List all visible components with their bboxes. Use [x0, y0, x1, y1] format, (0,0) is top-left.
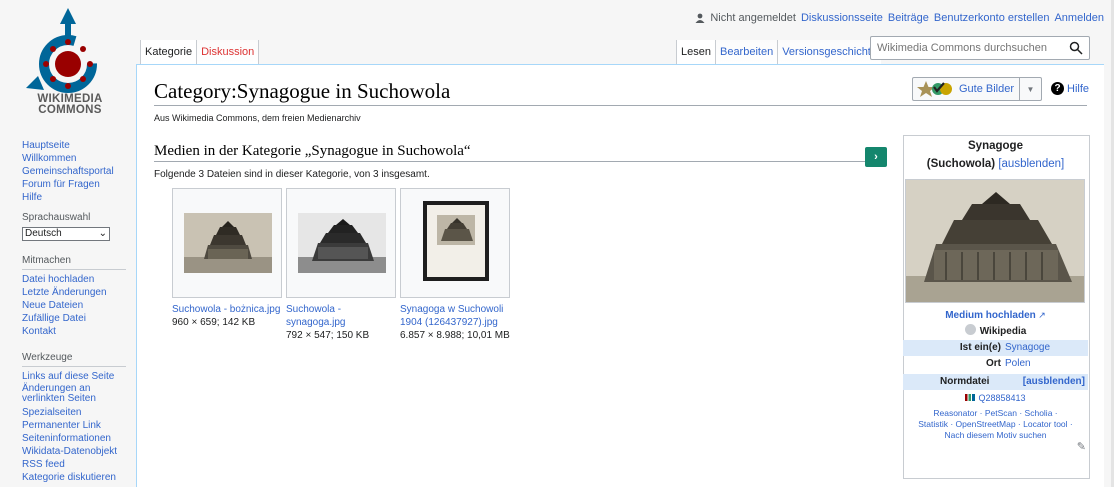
instance-of-value[interactable]: Synagoge — [1005, 340, 1085, 356]
synagogue-photo — [906, 180, 1084, 302]
sidebar: Hauptseite Willkommen Gemeinschaftsporta… — [22, 140, 126, 485]
gallery-thumb-3[interactable] — [400, 188, 510, 298]
sidebar-item-wikidata-item[interactable]: Wikidata-Datenobjekt — [22, 446, 126, 458]
wikipedia-globe-icon — [964, 324, 976, 335]
search-input[interactable] — [875, 38, 1065, 58]
sidebar-item-random-file[interactable]: Zufällige Datei — [22, 313, 126, 325]
gallery-thumb-1[interactable] — [172, 188, 282, 298]
content-area: Category:Synagogue in Suchowola Aus Wiki… — [136, 64, 1104, 487]
language-select[interactable]: Deutsch ⌄ — [22, 227, 110, 241]
title-divider — [154, 105, 1087, 106]
sidebar-item-contact[interactable]: Kontakt — [22, 326, 126, 338]
sidebar-item-main-page[interactable]: Hauptseite — [22, 140, 126, 152]
authority-hide-link[interactable]: [ausblenden] — [1023, 374, 1085, 390]
gallery-caption-2: Suchowola - synagoga.jpg 792 × 547; 150 K… — [286, 303, 406, 342]
chevron-down-icon[interactable]: ▼ — [1019, 78, 1041, 100]
wikidata-infobox: Synagoge (Suchowola) [ausblenden] Medium… — [903, 137, 1088, 453]
logo-wordmark: WIKIMEDIA COMMONS — [37, 93, 103, 116]
contributions-link[interactable]: Beiträge — [888, 12, 929, 24]
sidebar-item-welcome[interactable]: Willkommen — [22, 153, 126, 165]
wikipedia-link[interactable]: Wikipedia — [980, 326, 1027, 337]
gallery-file-meta-3: 6.857 × 8.988; 10,01 MB — [400, 330, 510, 341]
good-pictures-label: Gute Bilder — [959, 83, 1015, 95]
search-box — [870, 36, 1090, 60]
chevron-down-icon: ⌄ — [98, 228, 107, 239]
media-section-heading: Medien in der Kategorie „Synagogue in Su… — [154, 143, 471, 159]
help-link[interactable]: ? Hilfe — [1051, 82, 1089, 95]
infobox-qid-row: Q28858413 — [903, 390, 1088, 406]
good-pictures-button[interactable]: Gute Bilder ▼ — [912, 77, 1042, 101]
infobox-instance-row: Ist ein(e) Synagoge — [903, 340, 1088, 356]
instance-of-label: Ist ein(e) — [959, 342, 1001, 353]
gallery-file-meta-2: 792 × 547; 150 KB — [286, 330, 370, 341]
gallery-file-meta-1: 960 × 659; 142 KB — [172, 317, 256, 328]
wikidata-qid-link[interactable]: Q28858413 — [978, 393, 1025, 403]
infobox-wikipedia-row: Wikipedia — [903, 324, 1088, 340]
synagogue-photo-thumbnail — [184, 213, 272, 273]
authority-control-label: Normdatei — [940, 376, 990, 387]
media-count-text: Folgende 3 Dateien sind in dieser Katego… — [154, 169, 430, 180]
login-link[interactable]: Anmelden — [1054, 12, 1104, 24]
infobox-location-row: Ort Polen — [903, 356, 1088, 372]
sidebar-item-discuss-category[interactable]: Kategorie diskutieren — [22, 472, 126, 484]
location-value[interactable]: Polen — [1005, 356, 1085, 372]
infobox-hide-link[interactable]: [ausblenden] — [998, 158, 1064, 170]
sidebar-item-upload[interactable]: Datei hochladen — [22, 274, 126, 286]
help-label: Hilfe — [1067, 82, 1090, 95]
wikidata-barcode-icon — [965, 394, 976, 401]
infobox-image[interactable] — [905, 179, 1085, 303]
user-icon — [695, 13, 705, 23]
infobox-tool-links[interactable]: Reasonator · PetScan · Scholia · Statist… — [903, 406, 1088, 443]
tab-history[interactable]: Versionsgeschichte — [777, 40, 881, 64]
gallery-caption-1: Suchowola - bożnica.jpg 960 × 659; 142 K… — [172, 303, 292, 329]
synagogue-photo-thumbnail — [298, 213, 386, 273]
help-icon: ? — [1051, 82, 1064, 95]
sidebar-item-rss-feed[interactable]: RSS feed — [22, 459, 126, 471]
edit-pencil-icon[interactable]: ✎ — [1077, 440, 1086, 453]
sidebar-item-special-pages[interactable]: Spezialseiten — [22, 407, 126, 419]
sidebar-item-help-forum[interactable]: Forum für Fragen — [22, 179, 126, 191]
sidebar-item-new-files[interactable]: Neue Dateien — [22, 300, 126, 312]
media-heading-divider — [154, 161, 867, 162]
sidebar-item-what-links-here[interactable]: Links auf diese Seite — [22, 371, 126, 383]
gallery-thumb-2[interactable] — [286, 188, 396, 298]
talk-link[interactable]: Diskussionsseite — [801, 12, 883, 24]
infobox-authority-header: Normdatei [ausblenden] — [903, 374, 1088, 390]
namespace-tabs: Kategorie Diskussion — [140, 40, 260, 64]
tools-heading: Werkzeuge — [22, 352, 126, 367]
personal-tools: Nicht angemeldet Diskussionsseite Beiträ… — [695, 12, 1104, 24]
infobox-title: Synagoge (Suchowola) [ausblenden] — [926, 140, 1065, 170]
tab-edit[interactable]: Bearbeiten — [714, 40, 778, 64]
language-select-value: Deutsch — [25, 228, 62, 239]
site-tagline: Aus Wikimedia Commons, dem freien Medien… — [154, 113, 361, 123]
view-tabs: Lesen Bearbeiten Versionsgeschichte — [676, 40, 881, 64]
framed-photo-thumbnail — [423, 201, 489, 281]
upload-media-link[interactable]: Medium hochladen — [945, 310, 1036, 321]
sidebar-item-community-portal[interactable]: Gemeinschaftsportal — [22, 166, 126, 178]
gallery-file-link-1[interactable]: Suchowola - bożnica.jpg — [172, 303, 292, 316]
gallery-caption-3: Synagoga w Suchowoli 1904 (126437927).jpg… — [400, 303, 540, 342]
tab-discussion[interactable]: Diskussion — [197, 40, 260, 64]
create-account-link[interactable]: Benutzerkonto erstellen — [934, 12, 1050, 24]
tab-category[interactable]: Kategorie — [141, 40, 198, 64]
sidebar-item-permanent-link[interactable]: Permanenter Link — [22, 420, 126, 432]
not-logged-in-text: Nicht angemeldet — [710, 12, 796, 24]
location-label: Ort — [986, 358, 1001, 369]
next-page-button[interactable]: › — [865, 147, 887, 167]
search-icon[interactable] — [1069, 41, 1083, 55]
infobox-upload-row: Medium hochladen ↗ — [903, 307, 1088, 324]
page-title: Category:Synagogue in Suchowola — [154, 79, 451, 103]
language-heading: Sprachauswahl — [22, 212, 91, 223]
sidebar-item-recent-changes[interactable]: Letzte Änderungen — [22, 287, 126, 299]
gallery-file-link-3[interactable]: Synagoga w Suchowoli 1904 (126437927).jpg — [400, 303, 540, 329]
external-link-icon: ↗ — [1035, 310, 1046, 320]
tab-read[interactable]: Lesen — [676, 40, 715, 64]
sidebar-item-related-changes[interactable]: Änderungen an verlinkten Seiten — [22, 384, 126, 404]
participate-heading: Mitmachen — [22, 255, 126, 270]
sidebar-item-page-info[interactable]: Seiteninformationen — [22, 433, 126, 445]
gallery-file-link-2[interactable]: Suchowola - synagoga.jpg — [286, 303, 406, 329]
quality-images-icon — [917, 81, 952, 97]
sidebar-item-help[interactable]: Hilfe — [22, 192, 126, 204]
